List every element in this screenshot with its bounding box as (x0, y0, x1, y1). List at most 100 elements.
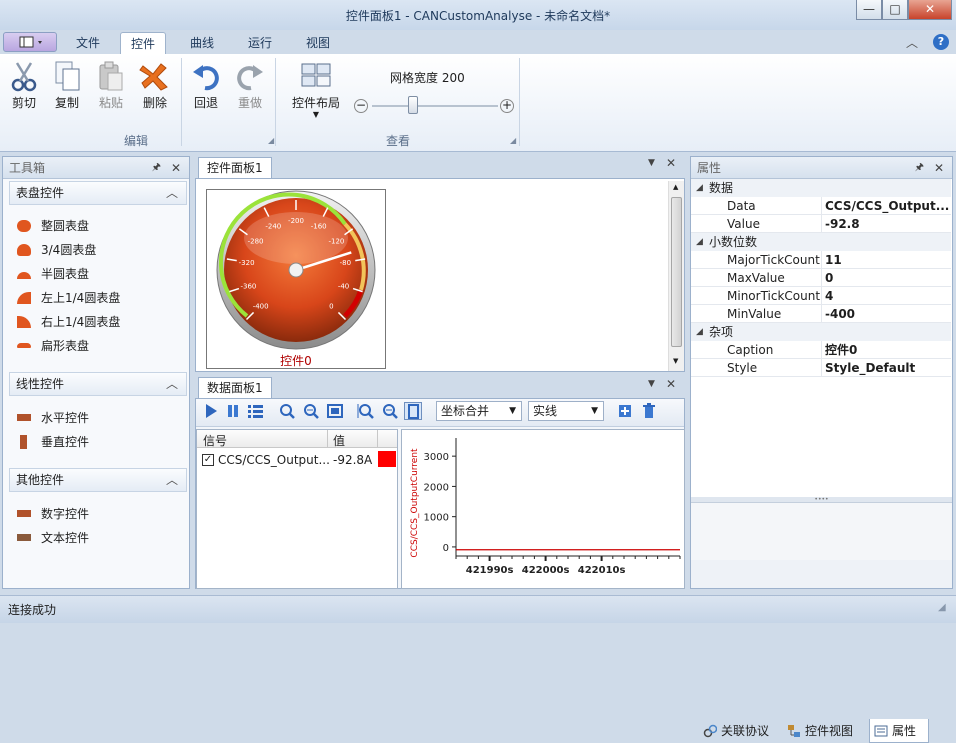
signal-table: 信号 值 ✓ CCS/CCS_Output... -92.8A (196, 429, 398, 589)
signal-checkbox[interactable]: ✓ (202, 454, 214, 466)
property-row[interactable]: MinValue -400 (691, 305, 951, 323)
column-divider[interactable] (377, 430, 378, 448)
resize-grip-icon[interactable]: ◢ (938, 602, 946, 613)
tab-curves[interactable]: 曲线 (180, 32, 224, 54)
tab-file[interactable]: 文件 (66, 32, 110, 54)
dialog-launcher-icon[interactable]: ◢ (268, 136, 274, 145)
property-category[interactable]: ◢ 杂项 (691, 323, 951, 341)
tab-control-panel[interactable]: 控件面板1 (198, 157, 272, 179)
property-row[interactable]: Caption 控件0 (691, 341, 951, 359)
fit-y-icon[interactable] (404, 402, 422, 420)
scroll-down-icon[interactable]: ▼ (673, 357, 678, 365)
undo-button[interactable]: 回退 (186, 58, 226, 111)
text-icon (17, 534, 31, 541)
property-row[interactable]: Style Style_Default (691, 359, 951, 377)
dialog-launcher-icon[interactable]: ◢ (510, 136, 516, 145)
column-header-signal[interactable]: 信号 (203, 432, 227, 449)
column-divider[interactable] (327, 430, 328, 448)
toolbox-item-half-dial[interactable]: 半圆表盘 (17, 262, 89, 286)
property-value[interactable]: CCS/CCS_Output... (825, 197, 951, 215)
collapse-ribbon-icon[interactable]: ︿ (906, 34, 918, 51)
property-category[interactable]: ◢ 数据 (691, 179, 951, 197)
property-value[interactable]: 控件0 (825, 341, 951, 359)
property-value[interactable]: -92.8 (825, 215, 951, 233)
dial-icon (17, 292, 31, 304)
toolbox-item-top-left-quarter-dial[interactable]: 左上1/4圆表盘 (17, 286, 120, 310)
zoom-in-y-icon[interactable] (356, 402, 374, 420)
pin-icon[interactable]: 🖈 (152, 157, 161, 179)
add-signal-icon[interactable] (616, 402, 634, 420)
zoom-out-y-icon[interactable] (380, 402, 398, 420)
data-panel: 坐标合并 ▼ 实线 ▼ 信号 值 ✓ CCS/CCS_Output... -92.8… (195, 398, 685, 589)
toolbox-item-horizontal[interactable]: 水平控件 (17, 406, 89, 430)
property-row[interactable]: Data CCS/CCS_Output... (691, 197, 951, 215)
maximize-button[interactable]: □ (882, 0, 908, 20)
grid-width-slider-track[interactable] (372, 105, 498, 107)
pause-icon[interactable] (224, 402, 242, 420)
minimize-button[interactable]: — (856, 0, 882, 20)
signal-chart[interactable]: 0 1000 2000 3000 421990s 422000s 422010s CCS/CC… (401, 429, 685, 589)
tab-properties[interactable]: 属性 (869, 719, 929, 743)
property-value[interactable]: 11 (825, 251, 951, 269)
close-icon[interactable]: ✕ (934, 157, 944, 179)
trash-icon[interactable] (640, 402, 658, 420)
property-row[interactable]: MajorTickCount 11 (691, 251, 951, 269)
scroll-up-icon[interactable]: ▲ (673, 183, 678, 191)
grid-width-slider-thumb[interactable] (408, 96, 418, 114)
dropdown-arrow-icon[interactable]: ▼ (648, 379, 655, 389)
category-other-controls[interactable]: 其他控件 ︿ (9, 468, 187, 492)
zoom-in-x-icon[interactable] (278, 402, 296, 420)
column-header-value[interactable]: 值 (333, 432, 345, 449)
scrollbar-thumb[interactable] (671, 197, 682, 347)
close-icon[interactable]: ✕ (666, 156, 676, 170)
close-button[interactable]: ✕ (908, 0, 952, 20)
property-row[interactable]: MaxValue 0 (691, 269, 951, 287)
paste-button[interactable]: 粘贴 (91, 58, 131, 111)
toolbox-item-text[interactable]: 文本控件 (17, 526, 89, 550)
help-icon[interactable]: ? (933, 34, 949, 50)
tab-control-view[interactable]: 控件视图 (783, 719, 853, 743)
property-value[interactable]: Style_Default (825, 359, 951, 377)
dropdown-arrow-icon[interactable]: ▼ (648, 158, 655, 168)
toolbox-item-flat-dial[interactable]: 扁形表盘 (17, 334, 89, 358)
copy-button[interactable]: 复制 (47, 58, 87, 111)
category-linear-controls[interactable]: 线性控件 ︿ (9, 372, 187, 396)
play-icon[interactable] (202, 402, 220, 420)
property-row[interactable]: Value -92.8 (691, 215, 951, 233)
property-category[interactable]: ◢ 小数位数 (691, 233, 951, 251)
toolbox-item-three-quarter-dial[interactable]: 3/4圆表盘 (17, 238, 96, 262)
property-value[interactable]: -400 (825, 305, 951, 323)
toolbox-item-digital[interactable]: 数字控件 (17, 502, 89, 526)
list-icon[interactable] (246, 402, 264, 420)
tab-related-protocol[interactable]: 关联协议 (699, 719, 769, 743)
gauge-control[interactable]: -400 -360 -320 -280 -240 -200 -160 -120 -80 -40 0 … (206, 189, 386, 369)
pin-icon[interactable]: 🖈 (915, 157, 924, 179)
zoom-in-icon[interactable]: + (500, 99, 514, 113)
property-row[interactable]: MinorTickCount 4 (691, 287, 951, 305)
table-row[interactable]: ✓ CCS/CCS_Output... -92.8A (197, 450, 397, 470)
close-icon[interactable]: ✕ (171, 157, 181, 179)
tab-data-panel[interactable]: 数据面板1 (198, 377, 272, 399)
delete-button[interactable]: 删除 (135, 58, 175, 111)
cut-button[interactable]: 剪切 (4, 58, 44, 111)
toolbox-item-full-dial[interactable]: 整圆表盘 (17, 214, 89, 238)
toolbox-item-vertical[interactable]: 垂直控件 (17, 430, 89, 454)
control-layout-button[interactable]: 控件布局 ▼ (288, 58, 344, 119)
close-icon[interactable]: ✕ (666, 377, 676, 391)
axis-merge-combo[interactable]: 坐标合并 ▼ (436, 401, 522, 421)
tab-view[interactable]: 视图 (296, 32, 340, 54)
property-value[interactable]: 0 (825, 269, 951, 287)
fit-icon[interactable] (326, 402, 344, 420)
redo-button[interactable]: 重做 (230, 58, 270, 111)
zoom-out-icon[interactable]: − (354, 99, 368, 113)
tab-controls[interactable]: 控件 (120, 32, 167, 54)
toolbox-item-top-right-quarter-dial[interactable]: 右上1/4圆表盘 (17, 310, 120, 334)
category-dial-controls[interactable]: 表盘控件 ︿ (9, 181, 187, 205)
signal-color-swatch[interactable] (378, 451, 396, 467)
tab-run[interactable]: 运行 (238, 32, 282, 54)
line-style-combo[interactable]: 实线 ▼ (528, 401, 604, 421)
zoom-out-x-icon[interactable] (302, 402, 320, 420)
vertical-scrollbar[interactable]: ▲ ▼ (668, 181, 684, 371)
property-value[interactable]: 4 (825, 287, 951, 305)
property-key: MaxValue (727, 271, 785, 285)
